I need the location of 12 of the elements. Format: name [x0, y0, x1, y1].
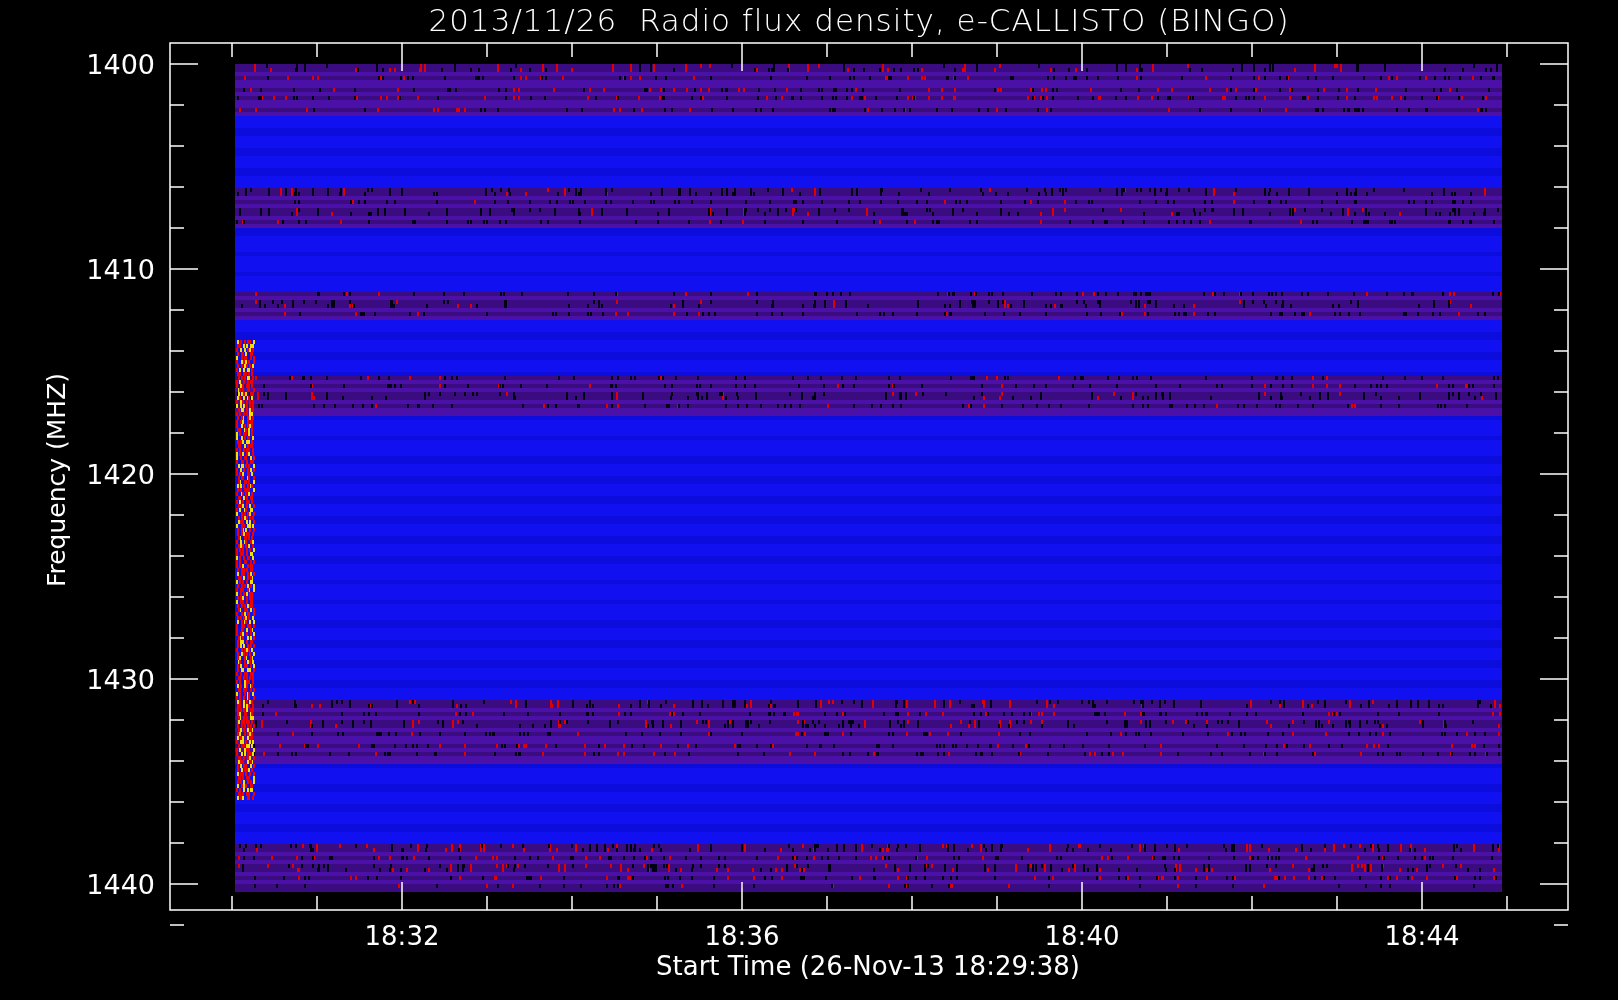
x-tick-label: 18:32 — [364, 921, 440, 951]
y-tick-label: 1420 — [86, 459, 155, 490]
chart-title: 2013/11/26 Radio flux density, e-CALLISTO (BINGO) — [428, 2, 1290, 38]
y-axis-label: Frequency (MHZ) — [42, 372, 71, 588]
y-tick-label: 1440 — [86, 869, 155, 900]
x-tick-label: 18:40 — [1044, 921, 1120, 951]
x-tick-label: 18:44 — [1384, 921, 1460, 951]
y-tick-label: 1410 — [86, 254, 155, 285]
y-tick-label: 1400 — [86, 49, 155, 80]
x-tick-label: 18:36 — [704, 921, 780, 951]
y-tick-label: 1430 — [86, 664, 155, 695]
x-axis-label: Start Time (26-Nov-13 18:29:38) — [656, 951, 1080, 981]
